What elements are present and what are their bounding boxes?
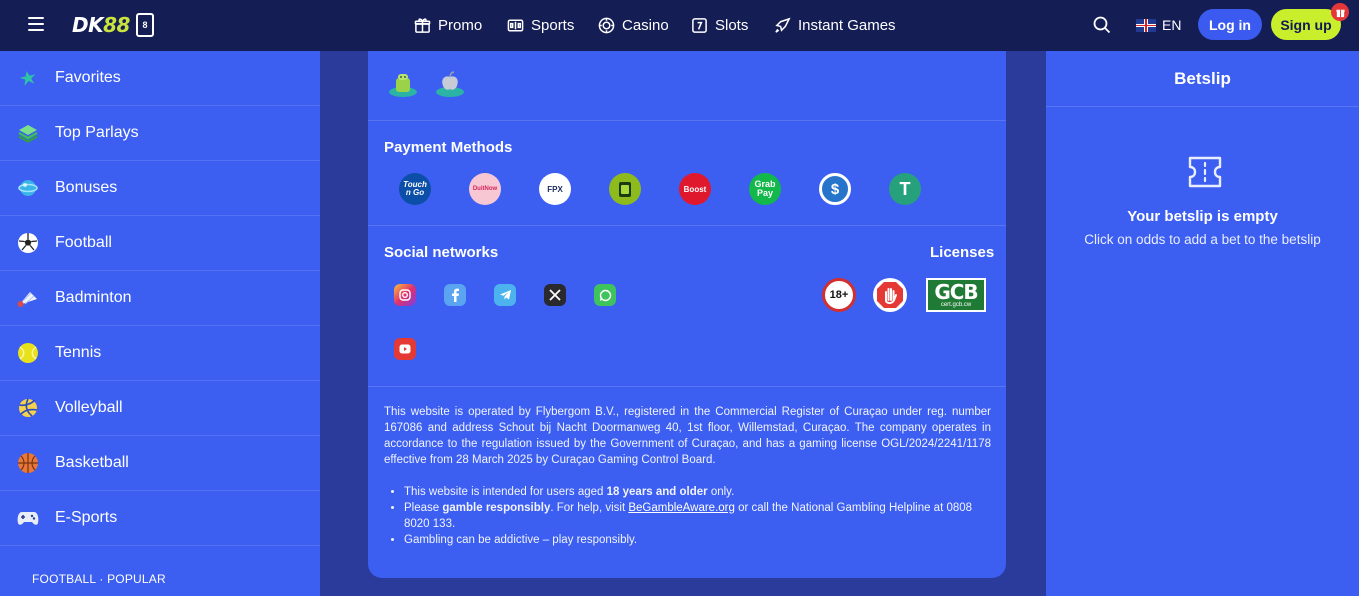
youtube-icon[interactable] <box>394 338 416 360</box>
x-icon[interactable] <box>544 284 566 306</box>
fpx-logo: FPX <box>539 173 571 205</box>
betslip-title: Betslip <box>1046 51 1359 107</box>
volleyball-icon <box>16 396 40 420</box>
facebook-icon[interactable] <box>444 284 466 306</box>
stop-hand-icon <box>873 278 907 312</box>
chip-icon <box>598 17 615 34</box>
nav-sports[interactable]: Sports <box>507 0 574 51</box>
betslip-empty-hint: Click on odds to add a bet to the betsli… <box>1084 232 1321 247</box>
search-icon[interactable] <box>1092 15 1112 35</box>
scoreboard-icon <box>507 19 524 32</box>
touch-n-go-logo: Touch n Go <box>399 173 431 205</box>
sidebar-item-football[interactable]: Football <box>0 216 320 271</box>
apple-icon[interactable] <box>434 68 466 100</box>
boost-logo: Boost <box>679 173 711 205</box>
rocket-icon <box>775 17 791 33</box>
logo-badge: 8 <box>135 13 154 37</box>
age-18-plus-badge: 18+ <box>822 278 856 312</box>
nav-slots[interactable]: Slots <box>691 0 748 51</box>
betslip-panel: Betslip Your betslip is empty Click on o… <box>1046 51 1359 596</box>
nav-instant-games[interactable]: Instant Games <box>774 0 896 51</box>
payment-methods-title: Payment Methods <box>384 139 513 156</box>
footer-divider <box>368 225 1006 226</box>
sidebar-item-volleyball[interactable]: Volleyball <box>0 381 320 436</box>
tennis-ball-icon <box>16 341 40 365</box>
layers-icon <box>16 121 40 145</box>
basketball-icon <box>16 451 40 475</box>
football-icon <box>16 231 40 255</box>
responsible-gambling-list: This website is intended for users aged … <box>404 484 994 548</box>
menu-icon[interactable] <box>28 17 44 31</box>
slot-icon <box>692 18 707 33</box>
licenses-title: Licenses <box>930 244 995 261</box>
list-item: Please gamble responsibly. For help, vis… <box>404 500 994 532</box>
whatsapp-icon[interactable] <box>594 284 616 306</box>
footer-divider <box>368 120 1006 121</box>
list-item: Gambling can be addictive – play respons… <box>404 532 994 548</box>
uk-flag-icon <box>1136 18 1156 32</box>
social-networks-title: Social networks <box>384 244 499 261</box>
nav-casino[interactable]: Casino <box>598 0 669 51</box>
sidebar-item-top-parlays[interactable]: Top Parlays <box>0 106 320 161</box>
language-selector[interactable]: EN <box>1136 14 1181 36</box>
legal-disclaimer: This website is operated by Flybergom B.… <box>384 406 991 466</box>
ticket-icon <box>1188 156 1222 188</box>
grabpay-logo: Grab Pay <box>749 173 781 205</box>
duitnow-logo: DuitNow <box>469 173 501 205</box>
sidebar-item-bonuses[interactable]: Bonuses <box>0 161 320 216</box>
site-footer: Payment Methods Touch n Go DuitNow FPX B… <box>368 51 1006 578</box>
gcb-license-seal[interactable]: GCB cert.gcb.cw <box>926 278 986 312</box>
instagram-icon[interactable] <box>394 284 416 306</box>
bonus-icon <box>16 176 40 200</box>
sidebar-section-title: FOOTBALL · POPULAR <box>32 572 166 586</box>
telegram-icon[interactable] <box>494 284 516 306</box>
list-item: This website is intended for users aged … <box>404 484 994 500</box>
top-header: DK88 8 Promo Sports Casino Slots Instant… <box>0 0 1359 51</box>
begambleaware-link[interactable]: BeGambleAware.org <box>628 502 735 514</box>
nav-promo[interactable]: Promo <box>414 0 482 51</box>
footer-divider <box>368 386 1006 387</box>
sidebar-item-favorites[interactable]: Favorites <box>0 51 320 106</box>
sports-sidebar: Favorites Top Parlays Bonuses Football B… <box>0 51 320 596</box>
wallet-logo <box>609 173 641 205</box>
sidebar-item-e-sports[interactable]: E-Sports <box>0 491 320 546</box>
betslip-empty-title: Your betslip is empty <box>1127 208 1278 225</box>
android-icon[interactable] <box>387 68 419 100</box>
shuttlecock-icon <box>16 286 40 310</box>
gamepad-icon <box>16 506 40 530</box>
gift-badge-icon[interactable] <box>1331 3 1349 21</box>
usdc-logo: $ <box>819 173 851 205</box>
tether-logo: T <box>889 173 921 205</box>
sidebar-item-tennis[interactable]: Tennis <box>0 326 320 381</box>
star-icon <box>16 66 40 90</box>
login-button[interactable]: Log in <box>1198 9 1262 40</box>
sidebar-item-badminton[interactable]: Badminton <box>0 271 320 326</box>
gift-icon <box>414 18 431 33</box>
logo[interactable]: DK88 8 <box>72 11 154 39</box>
sidebar-item-basketball[interactable]: Basketball <box>0 436 320 491</box>
